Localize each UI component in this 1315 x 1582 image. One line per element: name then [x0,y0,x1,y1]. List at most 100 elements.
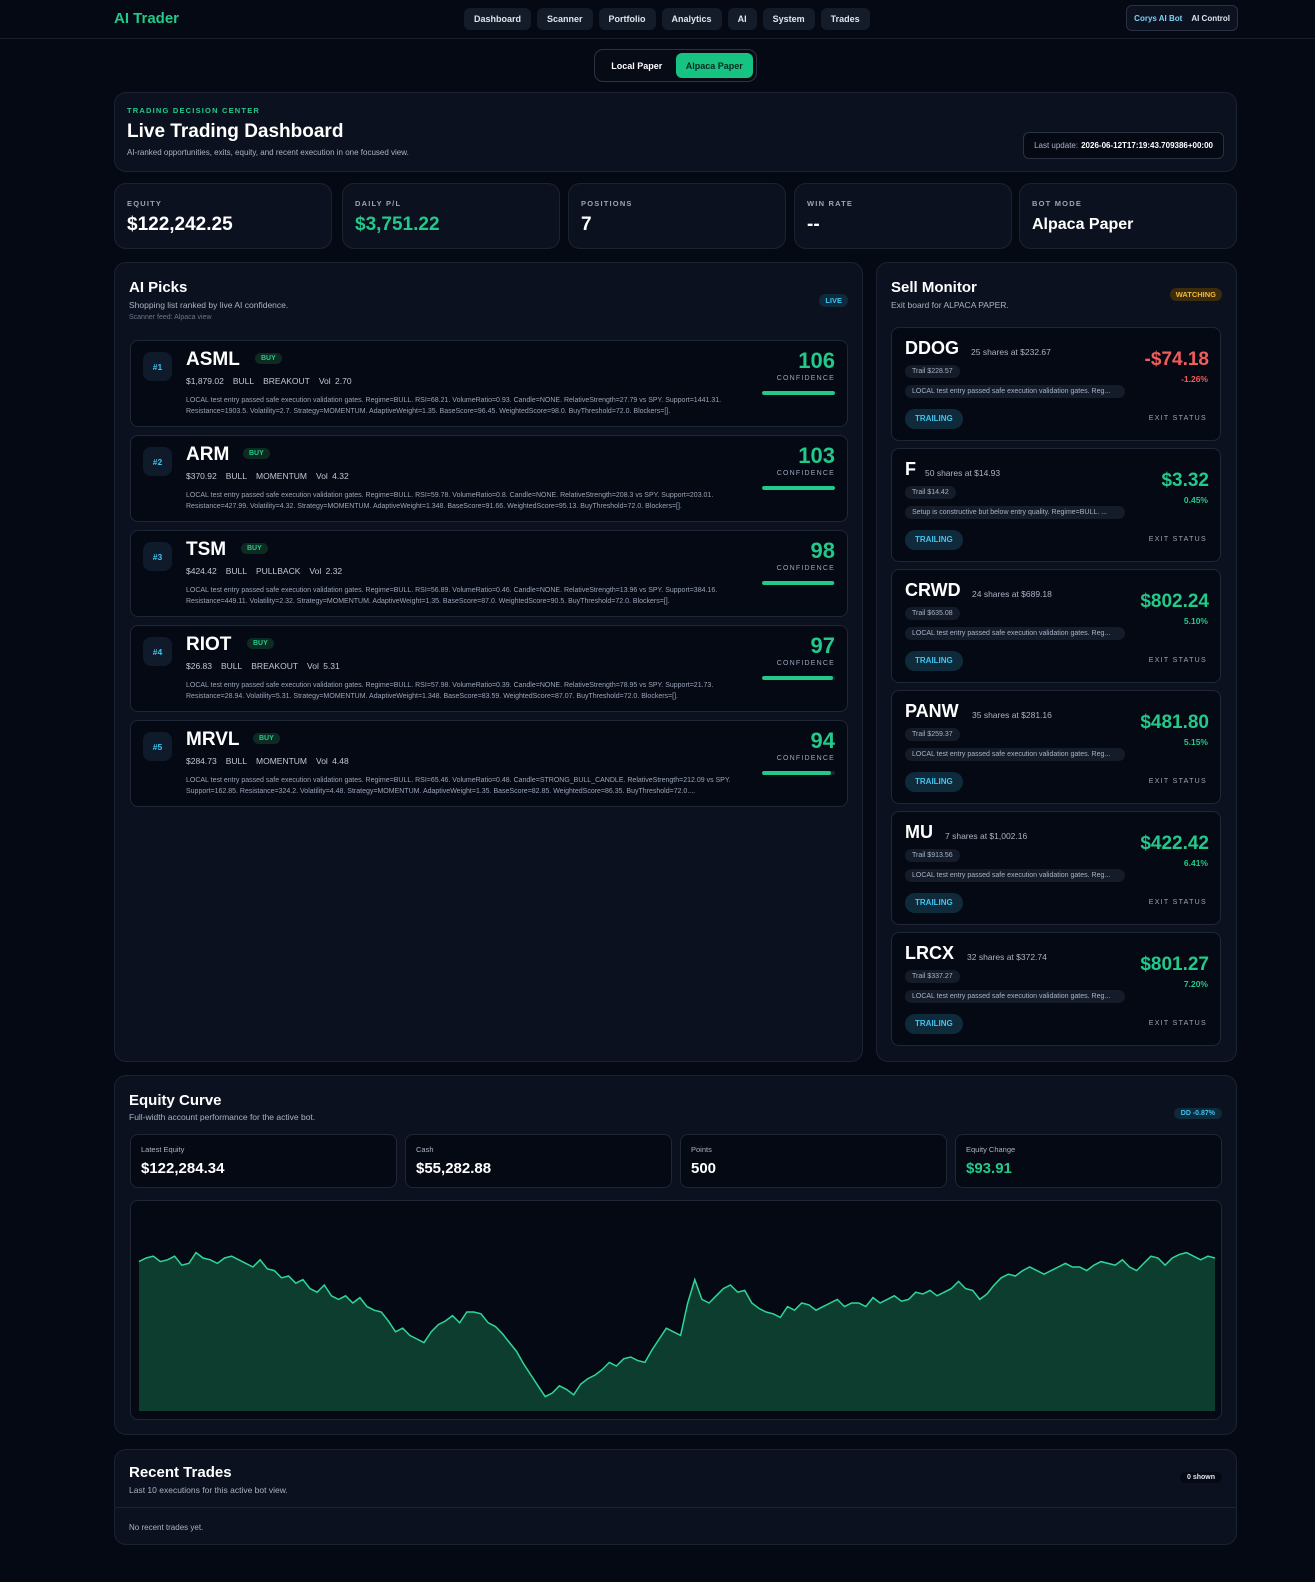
reason-pill: LOCAL test entry passed safe execution v… [905,990,1125,1003]
pick-price: $26.83 [186,661,212,671]
confidence-label: CONFIDENCE [776,565,835,572]
nav-analytics[interactable]: Analytics [661,8,722,30]
position-symbol: MU [905,822,933,842]
reason-pill: LOCAL test entry passed safe execution v… [905,385,1125,398]
nav-scanner[interactable]: Scanner [537,8,593,30]
metric-label: Cash [416,1145,434,1154]
metric-value: $93.91 [966,1160,1012,1177]
brand-logo[interactable]: AI Trader [114,10,179,27]
stat-label: WIN RATE [807,199,854,208]
user-bot-name: Corys AI Bot [1134,13,1183,23]
metric-points: Points 500 [680,1134,947,1188]
stat-bot-mode: BOT MODE Alpaca Paper [1019,183,1237,249]
nav-system[interactable]: System [762,8,815,30]
user-menu[interactable]: Corys AI Bot AI Control [1126,5,1238,31]
pick-volume: Vol 5.31 [307,661,340,671]
pick-card[interactable]: #2 ARM BUY $370.92 BULL MOMENTUM Vol 4.32 L… [130,435,848,522]
pick-meta: $370.92 BULL MOMENTUM Vol 4.32 [186,471,358,481]
reason-pill: Setup is constructive but below entry qu… [905,506,1125,519]
position-shares: 7 shares at $1,002.16 [945,831,1028,841]
stat-positions: POSITIONS 7 [568,183,786,249]
position-symbol: F [905,459,916,479]
shown-count-badge: 0 shown [1179,1472,1222,1483]
pick-card[interactable]: #4 RIOT BUY $26.83 BULL BREAKOUT Vol 5.31 L… [130,625,848,712]
position-shares: 35 shares at $281.16 [972,710,1052,720]
equity-chart-svg [138,1251,1216,1411]
pick-setup: MOMENTUM [256,756,307,766]
confidence-bar-fill [762,486,835,490]
last-update-box: Last update: 2026-06-12T17:19:43.709386+… [1023,132,1224,159]
equity-chart [130,1200,1222,1420]
confidence-bar [762,391,835,395]
pick-symbol: ASML [186,349,240,370]
equity-curve-title: Equity Curve [129,1092,222,1109]
position-card[interactable]: PANW 35 shares at $281.16 Trail $259.37 … [891,690,1221,804]
confidence-bar [762,486,835,490]
pick-setup: BREAKOUT [263,376,310,386]
pick-symbol: TSM [186,539,227,560]
mode-toggle: Local Paper Alpaca Paper [594,49,757,82]
position-pnl: $422.42 [1140,833,1209,854]
sell-monitor-title: Sell Monitor [891,279,977,296]
position-pct: 5.10% [1183,616,1208,626]
stat-label: EQUITY [127,199,163,208]
nav-dashboard[interactable]: Dashboard [464,8,532,30]
position-pct: 0.45% [1183,495,1208,505]
pick-symbol: RIOT [186,634,232,655]
position-pct: 5.15% [1183,737,1208,747]
buy-badge: BUY [241,543,268,554]
position-card[interactable]: MU 7 shares at $1,002.16 Trail $913.56 L… [891,811,1221,925]
pick-meta: $424.42 BULL PULLBACK Vol 2.32 [186,566,351,576]
nav-trades[interactable]: Trades [820,8,870,30]
position-shares: 50 shares at $14.93 [925,468,1001,478]
metric-label: Points [691,1145,712,1154]
nav-portfolio[interactable]: Portfolio [598,8,656,30]
pick-symbol: MRVL [186,729,240,750]
recent-trades-subtitle: Last 10 executions for this active bot v… [129,1485,288,1495]
empty-trades-message: No recent trades yet. [129,1523,204,1532]
trailing-status-button[interactable]: TRAILING [905,530,963,550]
pick-card[interactable]: #3 TSM BUY $424.42 BULL PULLBACK Vol 2.32 L… [130,530,848,617]
metric-label: Equity Change [966,1145,1016,1154]
mode-alpaca-paper[interactable]: Alpaca Paper [675,53,753,78]
position-card[interactable]: LRCX 32 shares at $372.74 Trail $337.27 … [891,932,1221,1046]
position-symbol: LRCX [905,943,954,963]
confidence-bar-fill [762,676,833,680]
pick-volume: Vol 4.32 [316,471,349,481]
metric-cash: Cash $55,282.88 [405,1134,672,1188]
metric-value: $122,284.34 [141,1160,225,1177]
rank-badge: #2 [143,447,172,476]
buy-badge: BUY [255,353,282,364]
position-card[interactable]: CRWD 24 shares at $689.18 Trail $635.08 … [891,569,1221,683]
confidence-bar [762,676,835,680]
trail-pill: Trail $337.27 [905,970,960,983]
trail-pill: Trail $14.42 [905,486,956,499]
position-pnl: $3.32 [1161,470,1209,491]
metric-value: $55,282.88 [416,1160,492,1177]
position-card[interactable]: F 50 shares at $14.93 Trail $14.42 Setup… [891,448,1221,562]
trailing-status-button[interactable]: TRAILING [905,772,963,792]
confidence-score: 103 [798,443,835,468]
buy-badge: BUY [253,733,280,744]
trailing-status-button[interactable]: TRAILING [905,651,963,671]
main-nav: Dashboard Scanner Portfolio Analytics AI… [464,8,870,30]
nav-ai[interactable]: AI [727,8,757,30]
pick-regime: BULL [225,756,247,766]
confidence-label: CONFIDENCE [776,470,835,477]
rank-badge: #5 [143,732,172,761]
stat-label: DAILY P/L [355,199,402,208]
pick-card[interactable]: #5 MRVL BUY $284.73 BULL MOMENTUM Vol 4.48 … [130,720,848,807]
buy-badge: BUY [247,638,274,649]
exit-status-label: EXIT STATUS [1148,657,1207,664]
trailing-status-button[interactable]: TRAILING [905,409,963,429]
position-card[interactable]: DDOG 25 shares at $232.67 Trail $228.57 … [891,327,1221,441]
exit-status-label: EXIT STATUS [1148,778,1207,785]
position-pnl: $481.80 [1140,712,1209,733]
pick-symbol: ARM [186,444,230,465]
trailing-status-button[interactable]: TRAILING [905,893,963,913]
rank-badge: #3 [143,542,172,571]
trailing-status-button[interactable]: TRAILING [905,1014,963,1034]
mode-local-paper[interactable]: Local Paper [598,53,676,78]
reason-pill: LOCAL test entry passed safe execution v… [905,627,1125,640]
pick-card[interactable]: #1 ASML BUY $1,879.02 BULL BREAKOUT Vol 2.7… [130,340,848,427]
